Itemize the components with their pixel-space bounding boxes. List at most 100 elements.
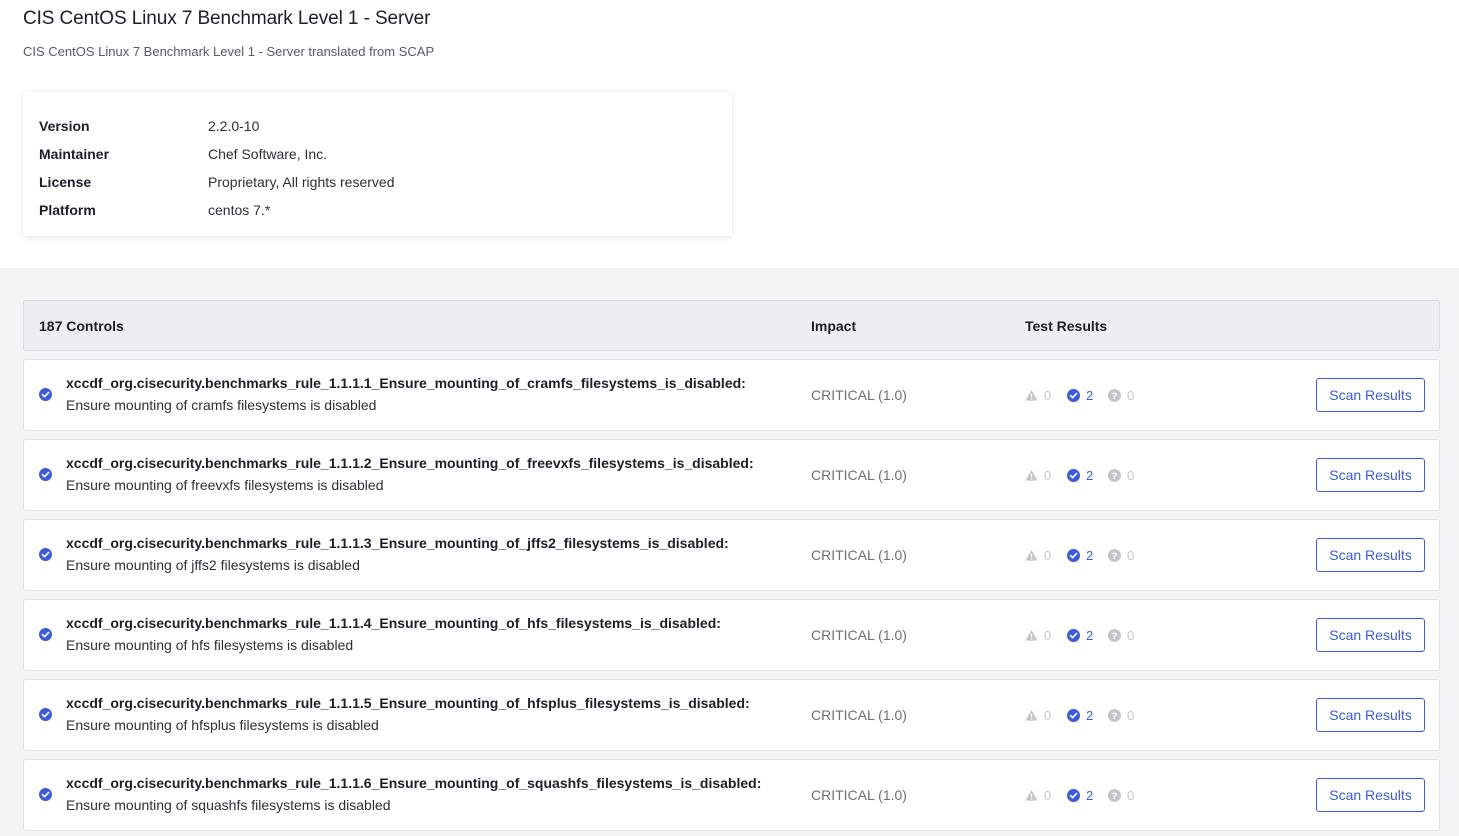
warning-icon: [1025, 549, 1044, 562]
scan-results-button[interactable]: Scan Results: [1316, 538, 1425, 572]
failed-count: 0: [1025, 548, 1051, 563]
control-id: xccdf_org.cisecurity.benchmarks_rule_1.1…: [66, 775, 762, 791]
svg-text:?: ?: [1112, 631, 1118, 641]
scan-results-button[interactable]: Scan Results: [1316, 618, 1425, 652]
svg-text:?: ?: [1112, 471, 1118, 481]
scan-results-button[interactable]: Scan Results: [1316, 378, 1425, 412]
controls-count: 187 Controls: [39, 317, 124, 334]
scan-results-button[interactable]: Scan Results: [1316, 458, 1425, 492]
metadata-card: Version 2.2.0-10 Maintainer Chef Softwar…: [23, 92, 732, 236]
failed-count-value: 0: [1044, 548, 1052, 563]
metadata-key: Platform: [39, 202, 96, 218]
svg-text:?: ?: [1112, 791, 1118, 801]
passed-count: 2: [1067, 708, 1093, 723]
svg-text:?: ?: [1112, 551, 1118, 561]
failed-count: 0: [1025, 788, 1051, 803]
question-circle-icon: ?: [1108, 789, 1127, 802]
control-row[interactable]: xccdf_org.cisecurity.benchmarks_rule_1.1…: [23, 759, 1440, 831]
passed-count-value: 2: [1086, 388, 1094, 403]
control-id: xccdf_org.cisecurity.benchmarks_rule_1.1…: [66, 615, 721, 631]
warning-icon: [1025, 629, 1044, 642]
control-impact: CRITICAL (1.0): [811, 787, 907, 803]
skipped-count: ? 0: [1108, 628, 1134, 643]
passed-check-icon: [39, 468, 52, 481]
passed-check-icon: [39, 388, 52, 401]
metadata-value: Proprietary, All rights reserved: [208, 174, 395, 190]
failed-count-value: 0: [1044, 628, 1052, 643]
controls-section: 187 Controls Impact Test Results xccdf_o…: [0, 268, 1459, 836]
skipped-count: ? 0: [1108, 548, 1134, 563]
passed-check-icon: [39, 628, 52, 641]
svg-text:?: ?: [1112, 391, 1118, 401]
warning-icon: [1025, 709, 1044, 722]
passed-count: 2: [1067, 548, 1093, 563]
metadata-value: 2.2.0-10: [208, 118, 260, 134]
metadata-key: License: [39, 174, 92, 190]
metadata-key: Maintainer: [39, 146, 110, 162]
metadata-row-maintainer: Maintainer Chef Software, Inc.: [39, 140, 716, 168]
check-circle-icon: [1067, 469, 1086, 482]
passed-count-value: 2: [1086, 708, 1094, 723]
skipped-count-value: 0: [1127, 388, 1135, 403]
svg-text:?: ?: [1112, 711, 1118, 721]
skipped-count-value: 0: [1127, 628, 1135, 643]
control-description: Ensure mounting of squashfs filesystems …: [66, 797, 391, 813]
check-circle-icon: [1067, 709, 1086, 722]
control-description: Ensure mounting of freevxfs filesystems …: [66, 477, 384, 493]
impact-column-header: Impact: [811, 317, 857, 334]
skipped-count: ? 0: [1108, 708, 1134, 723]
warning-icon: [1025, 469, 1044, 482]
failed-count-value: 0: [1044, 468, 1052, 483]
skipped-count-value: 0: [1127, 708, 1135, 723]
passed-count-value: 2: [1086, 788, 1094, 803]
page-subtitle: CIS CentOS Linux 7 Benchmark Level 1 - S…: [23, 44, 435, 59]
warning-icon: [1025, 789, 1044, 802]
control-description: Ensure mounting of cramfs filesystems is…: [66, 397, 377, 413]
control-row[interactable]: xccdf_org.cisecurity.benchmarks_rule_1.1…: [23, 679, 1440, 751]
question-circle-icon: ?: [1108, 389, 1127, 402]
control-impact: CRITICAL (1.0): [811, 467, 907, 483]
control-id: xccdf_org.cisecurity.benchmarks_rule_1.1…: [66, 695, 750, 711]
skipped-count-value: 0: [1127, 788, 1135, 803]
check-circle-icon: [1067, 629, 1086, 642]
control-id: xccdf_org.cisecurity.benchmarks_rule_1.1…: [66, 375, 746, 391]
question-circle-icon: ?: [1108, 549, 1127, 562]
check-circle-icon: [1067, 789, 1086, 802]
failed-count-value: 0: [1044, 708, 1052, 723]
control-row[interactable]: xccdf_org.cisecurity.benchmarks_rule_1.1…: [23, 519, 1440, 591]
passed-count-value: 2: [1086, 468, 1094, 483]
question-circle-icon: ?: [1108, 629, 1127, 642]
failed-count: 0: [1025, 388, 1051, 403]
failed-count: 0: [1025, 468, 1051, 483]
control-impact: CRITICAL (1.0): [811, 547, 907, 563]
control-impact: CRITICAL (1.0): [811, 387, 907, 403]
scan-results-button[interactable]: Scan Results: [1316, 778, 1425, 812]
passed-check-icon: [39, 548, 52, 561]
controls-table-header: 187 Controls Impact Test Results: [23, 300, 1440, 351]
metadata-row-license: License Proprietary, All rights reserved: [39, 168, 716, 196]
check-circle-icon: [1067, 549, 1086, 562]
failed-count: 0: [1025, 708, 1051, 723]
passed-count: 2: [1067, 788, 1093, 803]
control-id: xccdf_org.cisecurity.benchmarks_rule_1.1…: [66, 535, 729, 551]
profile-header: CIS CentOS Linux 7 Benchmark Level 1 - S…: [0, 0, 1459, 268]
test-results-column-header: Test Results: [1025, 317, 1108, 334]
skipped-count: ? 0: [1108, 468, 1134, 483]
passed-count-value: 2: [1086, 548, 1094, 563]
failed-count-value: 0: [1044, 388, 1052, 403]
control-description: Ensure mounting of jffs2 filesystems is …: [66, 557, 360, 573]
control-row[interactable]: xccdf_org.cisecurity.benchmarks_rule_1.1…: [23, 439, 1440, 511]
skipped-count-value: 0: [1127, 468, 1135, 483]
passed-check-icon: [39, 708, 52, 721]
skipped-count: ? 0: [1108, 388, 1134, 403]
control-row[interactable]: xccdf_org.cisecurity.benchmarks_rule_1.1…: [23, 359, 1440, 431]
control-impact: CRITICAL (1.0): [811, 627, 907, 643]
control-description: Ensure mounting of hfsplus filesystems i…: [66, 717, 379, 733]
metadata-value: Chef Software, Inc.: [208, 146, 328, 162]
scan-results-button[interactable]: Scan Results: [1316, 698, 1425, 732]
control-id: xccdf_org.cisecurity.benchmarks_rule_1.1…: [66, 455, 754, 471]
control-row[interactable]: xccdf_org.cisecurity.benchmarks_rule_1.1…: [23, 599, 1440, 671]
failed-count-value: 0: [1044, 788, 1052, 803]
question-circle-icon: ?: [1108, 709, 1127, 722]
page-title: CIS CentOS Linux 7 Benchmark Level 1 - S…: [23, 8, 431, 29]
